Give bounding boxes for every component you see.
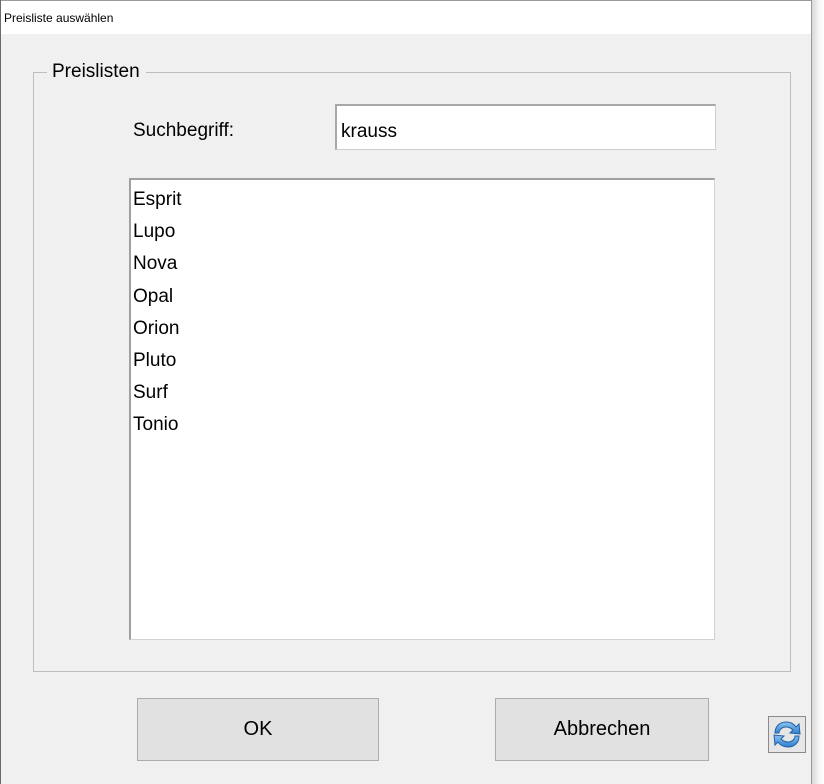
cancel-button[interactable]: Abbrechen: [495, 698, 709, 761]
window-shadow: [812, 0, 824, 784]
ok-button[interactable]: OK: [137, 698, 379, 761]
list-item[interactable]: Esprit: [133, 184, 714, 216]
list-item[interactable]: Surf: [133, 377, 714, 409]
list-item[interactable]: Orion: [133, 313, 714, 345]
search-label: Suchbegriff:: [133, 120, 235, 141]
search-input[interactable]: [335, 104, 716, 150]
list-item[interactable]: Pluto: [133, 345, 714, 377]
dialog-window: Preisliste auswählen Preislisten Suchbeg…: [0, 0, 812, 784]
window-left-border: [0, 0, 1, 784]
title-bar[interactable]: Preisliste auswählen: [1, 0, 811, 34]
list-item[interactable]: Tonio: [133, 409, 714, 441]
refresh-icon: [773, 721, 801, 748]
price-list-listbox[interactable]: Esprit Lupo Nova Opal Orion Pluto Surf T…: [129, 178, 715, 640]
window-title: Preisliste auswählen: [4, 11, 114, 25]
refresh-button[interactable]: [768, 716, 806, 753]
list-item[interactable]: Nova: [133, 248, 714, 280]
groupbox-legend: Preislisten: [47, 61, 146, 83]
list-item[interactable]: Opal: [133, 281, 714, 313]
list-item[interactable]: Lupo: [133, 216, 714, 248]
